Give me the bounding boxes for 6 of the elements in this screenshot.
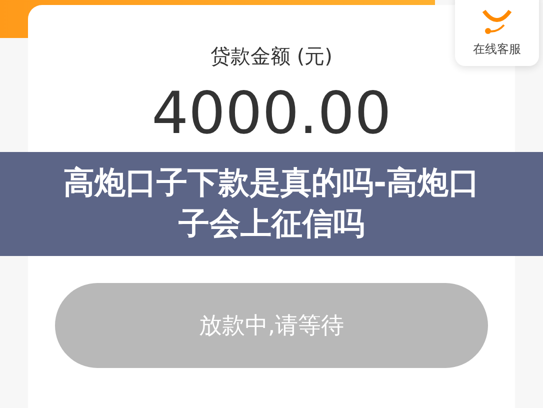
support-label: 在线客服 — [473, 41, 521, 58]
loan-amount: 4000.00 — [152, 84, 392, 142]
banner-title: 高炮口子下款是真的吗-高炮口子会上征信吗 — [62, 164, 480, 244]
support-widget[interactable]: 在线客服 — [455, 0, 539, 66]
amount-label: 贷款金额 (元) — [210, 43, 332, 70]
headset-icon — [480, 9, 514, 35]
